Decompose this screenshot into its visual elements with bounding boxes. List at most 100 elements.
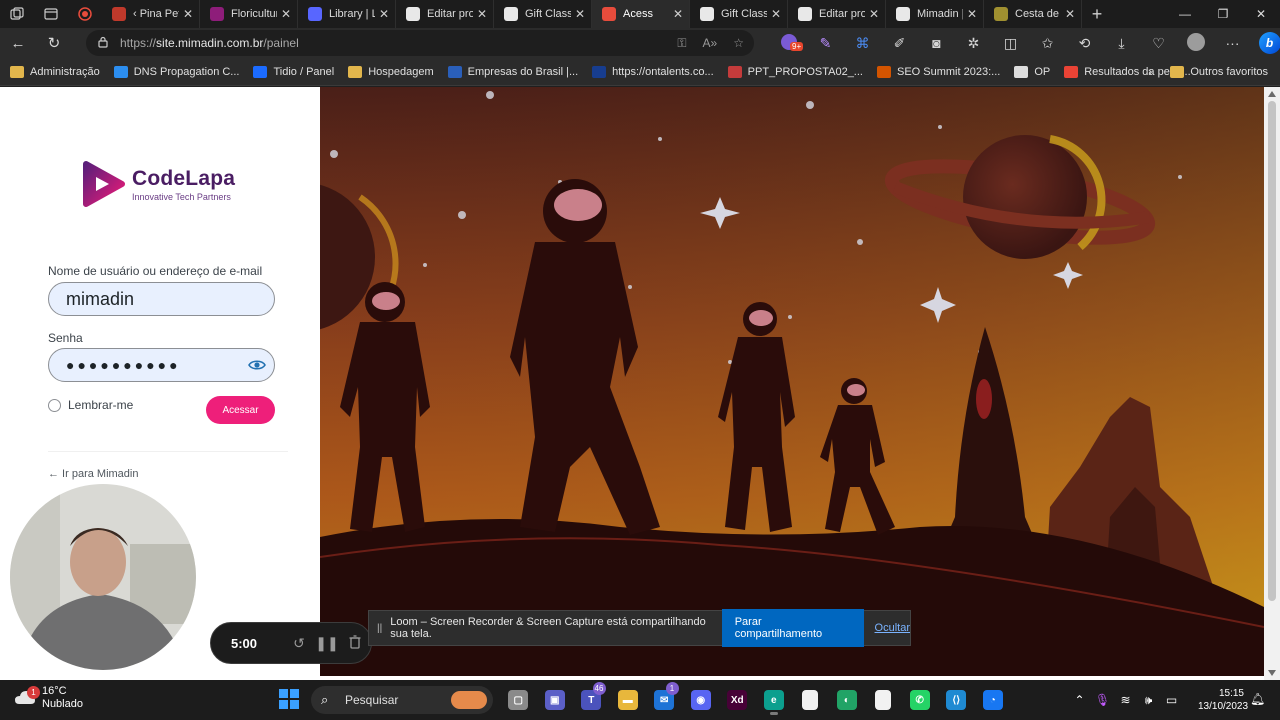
feather-icon[interactable]: ✎: [807, 35, 844, 52]
close-tab-icon[interactable]: ✕: [183, 7, 193, 21]
favorites-icon[interactable]: ✩: [1029, 35, 1066, 52]
browser-tab[interactable]: ‹ Pina Peti ✕: [102, 0, 200, 28]
scroll-down-icon[interactable]: [1268, 670, 1276, 676]
browser-tab[interactable]: Editar pro ✕: [788, 0, 886, 28]
profile-avatar[interactable]: [1177, 32, 1214, 54]
browser-tab[interactable]: Gift Classi ✕: [494, 0, 592, 28]
browser-tab[interactable]: Floricultur ✕: [200, 0, 298, 28]
bookmark-item[interactable]: Tidio / Panel: [253, 65, 334, 78]
wifi-icon[interactable]: ≋: [1114, 693, 1137, 707]
close-tab-icon[interactable]: ✕: [869, 7, 879, 21]
drag-handle-icon[interactable]: ||: [377, 623, 382, 634]
taskbar-app-mail[interactable]: ✉ 1: [646, 682, 683, 716]
copilot-icon[interactable]: b: [1251, 32, 1280, 54]
performance-icon[interactable]: ♡: [1140, 35, 1177, 52]
browser-tab[interactable]: Cesta de c ✕: [984, 0, 1082, 28]
extensions-icon[interactable]: ✲: [955, 35, 992, 52]
bookmark-item[interactable]: https://ontalents.co...: [592, 65, 714, 78]
notification-bell-icon[interactable]: 🔔︎: [1250, 692, 1265, 706]
close-tab-icon[interactable]: ✕: [1065, 7, 1075, 21]
address-bar[interactable]: https://site.mimadin.com.br/painel ⚿ A» …: [86, 30, 754, 56]
refresh-icon[interactable]: ↻: [36, 28, 72, 58]
restart-icon[interactable]: ↺: [285, 635, 313, 652]
microphone-icon[interactable]: 🎙: [1091, 693, 1114, 707]
translate-icon[interactable]: ⌘: [844, 35, 881, 52]
browser-tab[interactable]: Editar pro ✕: [396, 0, 494, 28]
tray-overflow-icon[interactable]: ⌃: [1068, 693, 1091, 707]
tab-actions-icon[interactable]: [34, 0, 68, 28]
bookmark-item[interactable]: PPT_PROPOSTA02_...: [727, 65, 863, 78]
close-tab-icon[interactable]: ✕: [379, 7, 389, 21]
remember-me[interactable]: Lembrar-me: [48, 398, 133, 412]
bookmark-item[interactable]: Administração: [10, 65, 100, 78]
taskbar-app-whatsapp[interactable]: ✆: [902, 684, 939, 716]
taskbar-app-discord[interactable]: ◉: [683, 684, 720, 716]
browser-tab[interactable]: Acess ✕: [592, 0, 690, 28]
taskbar-app-document-2[interactable]: [865, 684, 902, 716]
recording-tab-icon[interactable]: [68, 0, 102, 28]
bookmark-item[interactable]: SEO Summit 2023:...: [876, 65, 1000, 78]
login-button[interactable]: Acessar: [206, 396, 275, 424]
taskbar-app-file-explorer[interactable]: ▬: [610, 684, 647, 716]
back-to-site-link[interactable]: ← Ir para Mimadin: [48, 468, 138, 480]
password-field[interactable]: ●●●●●●●●●●: [48, 348, 275, 382]
close-tab-icon[interactable]: ✕: [967, 7, 977, 21]
favorite-star-icon[interactable]: ☆: [733, 36, 744, 50]
remember-me-checkbox[interactable]: [48, 398, 61, 412]
taskbar-app-teams[interactable]: T 46: [573, 682, 610, 716]
history-icon[interactable]: ⟲: [1066, 35, 1103, 52]
taskbar-app-task-view[interactable]: ▢: [500, 684, 537, 716]
username-field[interactable]: mimadin: [48, 282, 275, 316]
webcam-bubble[interactable]: [10, 484, 196, 670]
close-window-icon[interactable]: ✕: [1242, 0, 1280, 28]
close-tab-icon[interactable]: ✕: [575, 7, 585, 21]
back-icon[interactable]: ←: [0, 28, 36, 58]
pause-icon[interactable]: ❚❚: [313, 635, 341, 652]
close-tab-icon[interactable]: ✕: [673, 7, 683, 21]
taskbar-app-green-app[interactable]: ◐: [829, 684, 866, 716]
weather-widget[interactable]: 1 16°C Nublado: [14, 685, 83, 711]
browser-tab[interactable]: Mimadin | ✕: [886, 0, 984, 28]
other-favorites-folder[interactable]: Outros favoritos: [1170, 65, 1268, 78]
taskbar-app-teams-chat[interactable]: ▣: [537, 684, 574, 716]
read-aloud-icon[interactable]: A»: [703, 36, 718, 50]
hide-link[interactable]: Ocultar: [875, 622, 910, 634]
close-tab-icon[interactable]: ✕: [477, 7, 487, 21]
battery-icon[interactable]: ▭: [1160, 693, 1183, 707]
bookmark-item[interactable]: OP: [1014, 65, 1050, 78]
split-screen-icon[interactable]: ◫: [992, 35, 1029, 52]
bookmark-item[interactable]: DNS Propagation C...: [113, 65, 239, 78]
taskbar-search[interactable]: ⌕ Pesquisar: [311, 686, 493, 714]
taskbar-app-document[interactable]: [792, 684, 829, 716]
browser-tab[interactable]: Gift Classi ✕: [690, 0, 788, 28]
close-tab-icon[interactable]: ✕: [771, 7, 781, 21]
clock[interactable]: 15:15 13/10/2023: [1198, 687, 1248, 713]
bookmarks-overflow-icon[interactable]: ›: [1148, 64, 1152, 79]
browser-tab[interactable]: Library | Lo ✕: [298, 0, 396, 28]
bookmark-item[interactable]: Empresas do Brasil |...: [447, 65, 578, 78]
page-scrollbar[interactable]: [1264, 87, 1280, 680]
delete-icon[interactable]: [341, 634, 369, 652]
taskbar-app-messenger[interactable]: ◔: [975, 684, 1012, 716]
restore-icon[interactable]: ❐: [1204, 0, 1242, 28]
show-password-icon[interactable]: [248, 357, 266, 373]
taskbar-app-adobe-xd[interactable]: Xd: [719, 684, 756, 716]
more-menu-icon[interactable]: ···: [1214, 35, 1251, 51]
stop-sharing-button[interactable]: Parar compartilhamento: [721, 609, 864, 647]
taskbar-app-vscode[interactable]: ⟨⟩: [938, 684, 975, 716]
volume-icon[interactable]: 🕪: [1137, 693, 1160, 708]
scroll-up-icon[interactable]: [1268, 91, 1276, 97]
minimize-icon[interactable]: —: [1166, 0, 1204, 28]
close-tab-icon[interactable]: ✕: [281, 7, 291, 21]
scrollbar-thumb[interactable]: [1268, 101, 1276, 601]
taskbar-app-edge[interactable]: e: [756, 684, 793, 716]
workspaces-icon[interactable]: [0, 0, 34, 28]
key-icon[interactable]: ⚿: [677, 36, 686, 51]
bookmark-item[interactable]: Hospedagem: [348, 65, 434, 78]
extension-badge-icon[interactable]: 9+: [770, 33, 807, 53]
start-button[interactable]: [279, 689, 299, 709]
camera-icon[interactable]: ◙: [918, 35, 955, 51]
new-tab-button[interactable]: +: [1082, 4, 1112, 25]
downloads-icon[interactable]: ⤓: [1103, 35, 1140, 52]
pen-icon[interactable]: ✐: [881, 35, 918, 52]
